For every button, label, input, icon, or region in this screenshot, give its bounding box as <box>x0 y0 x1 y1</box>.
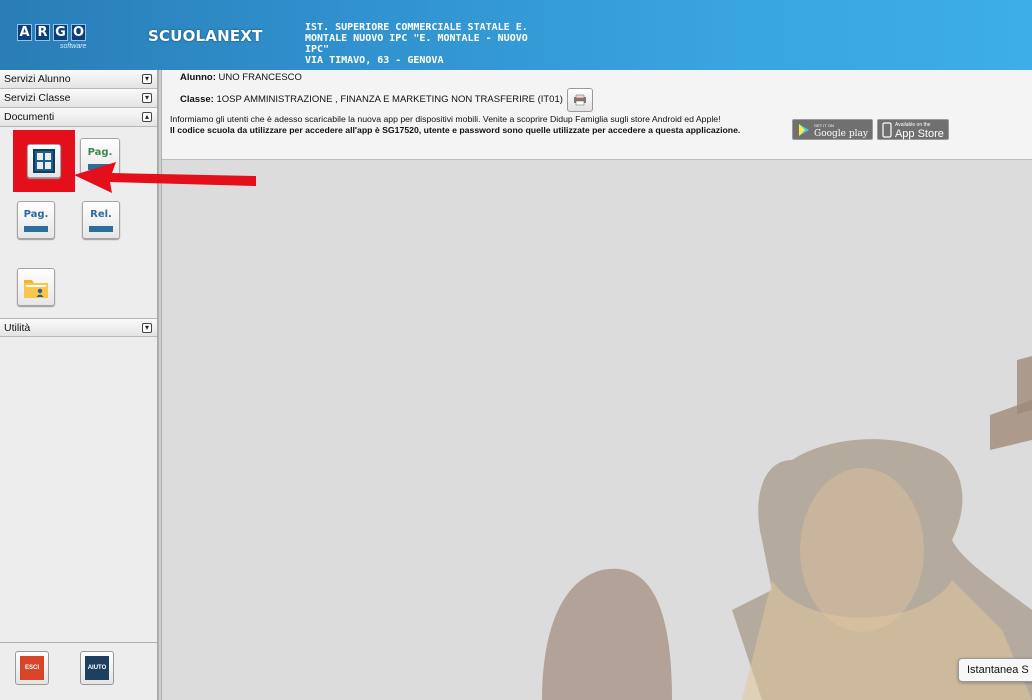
app-store-badge[interactable]: Available on the App Store <box>876 119 949 140</box>
menu-documenti[interactable]: Documenti ▴ <box>0 108 157 127</box>
relazione-button[interactable]: Rel. <box>82 201 120 239</box>
screenshot-tooltip: Istantanea S <box>958 658 1032 682</box>
google-play-badge[interactable]: GET IT ON Google play <box>792 119 873 140</box>
pag-label: Pag. <box>87 146 113 158</box>
logo-letter: G <box>53 24 68 41</box>
exit-button[interactable]: ESCI <box>15 651 49 685</box>
app-store-label: App Store <box>894 127 944 140</box>
menu-label: Utilità <box>4 321 31 334</box>
grid-icon <box>33 149 55 173</box>
school-line: IPC" <box>305 44 330 55</box>
pag-label: Pag. <box>23 208 49 220</box>
documents-panel: Pag. Pag. Rel. <box>0 127 157 318</box>
folder-user-icon <box>24 280 48 298</box>
bottom-toolbar: ESCI AIUTO <box>0 642 157 700</box>
expand-icon[interactable]: ▾ <box>142 93 152 103</box>
print-button[interactable] <box>567 88 593 112</box>
document-icon <box>89 225 113 232</box>
menu-label: Servizi Alunno <box>4 73 71 85</box>
logo-subtitle: software <box>60 43 87 50</box>
folder-button[interactable] <box>17 268 55 306</box>
school-line: MONTALE NUOVO IPC "E. MONTALE - NUOVO <box>305 33 528 44</box>
logo-letter: A <box>17 24 32 41</box>
google-play-label: Google play <box>814 128 868 139</box>
student-label: Alunno: <box>180 72 216 83</box>
student-row: Alunno: UNO FRANCESCO <box>180 72 302 83</box>
argo-logo: A R G O <box>17 24 86 41</box>
main-content-area <box>162 160 1032 700</box>
background-illustration <box>162 160 1032 700</box>
menu-servizi-classe[interactable]: Servizi Classe ▾ <box>0 89 157 108</box>
notice-code-text: Il codice scuola da utilizzare per acced… <box>170 125 741 135</box>
class-label: Classe: <box>180 94 214 105</box>
rel-label: Rel. <box>90 208 112 220</box>
expand-icon[interactable]: ▾ <box>142 322 152 333</box>
store-badges: GET IT ON Google play Available on the A… <box>792 119 949 140</box>
student-info-panel: Alunno: UNO FRANCESCO Classe: 1OSP AMMIN… <box>162 70 1032 160</box>
logo-letter: O <box>71 24 86 41</box>
menu-servizi-alunno[interactable]: Servizi Alunno ▾ <box>0 70 157 89</box>
pagella-2-button[interactable]: Pag. <box>17 201 55 239</box>
student-name: UNO FRANCESCO <box>218 72 302 83</box>
app-header: A R G O software SCUOLANEXT IST. SUPERIO… <box>0 0 1032 70</box>
class-row: Classe: 1OSP AMMINISTRAZIONE , FINANZA E… <box>180 94 563 105</box>
school-line: IST. SUPERIORE COMMERCIALE STATALE E. <box>305 22 528 33</box>
brand-name: SCUOLANEXT <box>148 27 263 45</box>
school-name: IST. SUPERIORE COMMERCIALE STATALE E. MO… <box>305 22 555 66</box>
exit-label: ESCI <box>20 656 44 680</box>
play-icon <box>799 123 809 136</box>
class-value: 1OSP AMMINISTRAZIONE , FINANZA E MARKETI… <box>216 94 563 105</box>
document-icon <box>24 225 48 232</box>
menu-utilita[interactable]: Utilità ▾ <box>0 318 157 337</box>
arrow-pointer-icon <box>74 162 256 193</box>
bacheca-button[interactable] <box>27 144 61 178</box>
help-label: AIUTO <box>85 656 109 680</box>
expand-icon[interactable]: ▾ <box>142 74 152 84</box>
school-line: VIA TIMAVO, 63 - GENOVA <box>305 55 444 66</box>
menu-label: Documenti <box>4 111 55 123</box>
phone-icon <box>882 121 892 138</box>
menu-label: Servizi Classe <box>4 92 71 104</box>
notice-text: Informiamo gli utenti che è adesso scari… <box>170 114 721 124</box>
logo-letter: R <box>35 24 50 41</box>
print-icon <box>574 94 586 106</box>
collapse-icon[interactable]: ▴ <box>142 112 152 122</box>
help-button[interactable]: AIUTO <box>80 651 114 685</box>
